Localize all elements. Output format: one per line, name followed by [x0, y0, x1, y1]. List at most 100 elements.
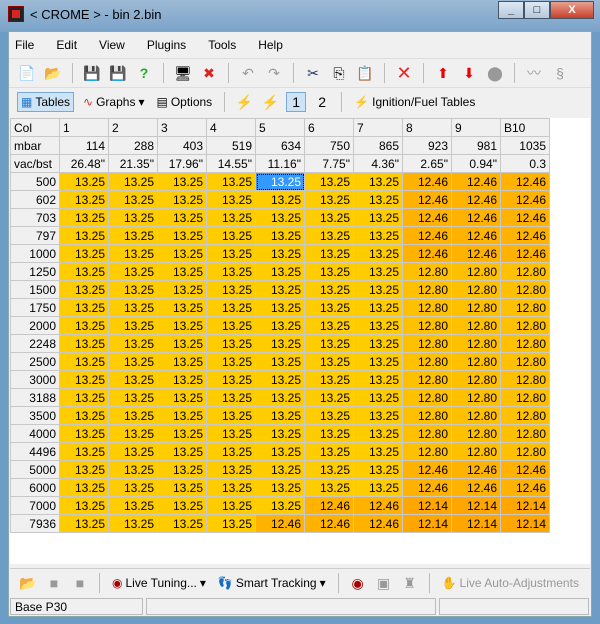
table-cell[interactable]: 12.14	[402, 514, 452, 533]
vac-label[interactable]: vac/bst	[10, 154, 60, 173]
table-cell[interactable]: 13.25	[157, 208, 207, 227]
table-cell[interactable]: 13.25	[255, 316, 305, 335]
table-cell[interactable]: 13.25	[255, 352, 305, 371]
table-cell[interactable]: 13.25	[206, 262, 256, 281]
table-cell[interactable]: 13.25	[304, 190, 354, 209]
table-cell[interactable]: 13.25	[353, 316, 403, 335]
table-cell[interactable]: 13.25	[206, 370, 256, 389]
map2-icon[interactable]: ⚡	[260, 92, 280, 112]
table-cell[interactable]: 12.46	[304, 496, 354, 515]
rpm-header[interactable]: 7000	[10, 496, 60, 515]
table-cell[interactable]: 12.80	[402, 370, 452, 389]
decrease-icon[interactable]: ⬇	[459, 63, 479, 83]
table-cell[interactable]: 13.25	[206, 280, 256, 299]
table-cell[interactable]: 13.25	[304, 280, 354, 299]
table-cell[interactable]: 13.25	[157, 424, 207, 443]
table-cell[interactable]: 13.25	[157, 262, 207, 281]
log-view-icon[interactable]: ▣	[374, 573, 394, 593]
rpm-header[interactable]: 2000	[10, 316, 60, 335]
paste-icon[interactable]: 📋	[355, 63, 375, 83]
table-cell[interactable]: 12.80	[402, 316, 452, 335]
dropdown-icon[interactable]: ▾	[200, 576, 206, 590]
table-cell[interactable]: 12.80	[451, 424, 501, 443]
rpm-header[interactable]: 703	[10, 208, 60, 227]
mbar-label[interactable]: mbar	[10, 136, 60, 155]
table-cell[interactable]: 12.46	[500, 226, 550, 245]
table-cell[interactable]: 13.25	[206, 478, 256, 497]
table-cell[interactable]: 12.80	[451, 334, 501, 353]
table-cell[interactable]: 13.25	[304, 244, 354, 263]
table-cell[interactable]: 13.25	[304, 262, 354, 281]
table-cell[interactable]: 13.25	[206, 514, 256, 533]
properties-icon[interactable]: 🖥	[173, 63, 193, 83]
table-cell[interactable]: 13.25	[157, 172, 207, 191]
mbar-cell[interactable]: 288	[108, 136, 158, 155]
table-cell[interactable]: 13.25	[108, 352, 158, 371]
table-cell[interactable]: 13.25	[353, 226, 403, 245]
cut-icon[interactable]: ✂	[303, 63, 323, 83]
mbar-cell[interactable]: 750	[304, 136, 354, 155]
ignition-fuel-tables-button[interactable]: ⚡ Ignition/Fuel Tables	[351, 93, 478, 111]
table-cell[interactable]: 13.25	[157, 226, 207, 245]
stop-icon[interactable]: ⬤	[485, 63, 505, 83]
table-cell[interactable]: 13.25	[255, 190, 305, 209]
fuel-table-grid[interactable]: Col 1 2 3 4 5 6 7 8 9 B10 mbar 114 288 403 519 634 750 865…	[10, 118, 590, 564]
table-cell[interactable]: 12.80	[500, 316, 550, 335]
table-cell[interactable]: 12.46	[451, 190, 501, 209]
table-cell[interactable]: 12.46	[451, 208, 501, 227]
table-cell[interactable]: 12.14	[500, 514, 550, 533]
table-cell[interactable]: 13.25	[304, 460, 354, 479]
table-cell[interactable]: 13.25	[353, 280, 403, 299]
tables-button[interactable]: ▦ Tables	[17, 92, 75, 112]
new-icon[interactable]: 📄	[17, 63, 37, 83]
table-cell[interactable]: 13.25	[59, 316, 109, 335]
table-cell[interactable]: 13.25	[157, 370, 207, 389]
table-cell[interactable]: 13.25	[353, 460, 403, 479]
table-cell[interactable]: 13.25	[255, 298, 305, 317]
table-cell[interactable]: 13.25	[157, 388, 207, 407]
rpm-header[interactable]: 1750	[10, 298, 60, 317]
menu-help[interactable]: Help	[258, 38, 283, 52]
table-cell[interactable]: 13.25	[59, 406, 109, 425]
table-cell[interactable]: 13.25	[59, 262, 109, 281]
table-cell[interactable]: 13.25	[206, 316, 256, 335]
column-header[interactable]: 4	[206, 118, 256, 137]
table-cell[interactable]: 13.25	[59, 478, 109, 497]
table-cell[interactable]: 12.80	[402, 334, 452, 353]
column-header[interactable]: 7	[353, 118, 403, 137]
table-cell[interactable]: 13.25	[59, 190, 109, 209]
table-cell[interactable]: 13.25	[353, 442, 403, 461]
table-cell[interactable]: 13.25	[108, 460, 158, 479]
table-cell[interactable]: 12.46	[304, 514, 354, 533]
table-cell[interactable]: 13.25	[255, 208, 305, 227]
column-header[interactable]: B10	[500, 118, 550, 137]
rpm-header[interactable]: 7936	[10, 514, 60, 533]
table-cell[interactable]: 12.80	[402, 424, 452, 443]
smart-tracking-button[interactable]: 👣 Smart Tracking ▾	[215, 574, 329, 592]
table-cell[interactable]: 12.46	[500, 172, 550, 191]
mbar-cell[interactable]: 865	[353, 136, 403, 155]
table-cell[interactable]: 13.25	[108, 208, 158, 227]
table-cell[interactable]: 13.25	[206, 460, 256, 479]
table-cell[interactable]: 13.25	[59, 424, 109, 443]
table-cell[interactable]: 13.25	[304, 172, 354, 191]
table-cell[interactable]: 13.25	[59, 280, 109, 299]
table-cell[interactable]: 13.25	[353, 244, 403, 263]
table-cell[interactable]: 13.25	[157, 316, 207, 335]
graphs-button[interactable]: ∿ Graphs ▾	[80, 93, 147, 111]
vac-cell[interactable]: 0.94"	[451, 154, 501, 173]
table-cell[interactable]: 12.80	[500, 280, 550, 299]
table-cell[interactable]: 13.25	[304, 388, 354, 407]
table-cell[interactable]: 13.25	[108, 172, 158, 191]
rpm-header[interactable]: 3000	[10, 370, 60, 389]
table-cell[interactable]: 13.25	[59, 226, 109, 245]
gauge-meter-icon[interactable]: ◉	[348, 573, 368, 593]
table-cell[interactable]: 13.25	[59, 208, 109, 227]
table-cell[interactable]: 12.80	[402, 262, 452, 281]
column-header[interactable]: 5	[255, 118, 305, 137]
table-cell[interactable]: 13.25	[353, 190, 403, 209]
delete-icon[interactable]: ✕	[394, 63, 414, 83]
table-cell[interactable]: 12.80	[451, 316, 501, 335]
table-cell[interactable]: 13.25	[206, 352, 256, 371]
table-cell[interactable]: 12.46	[451, 226, 501, 245]
